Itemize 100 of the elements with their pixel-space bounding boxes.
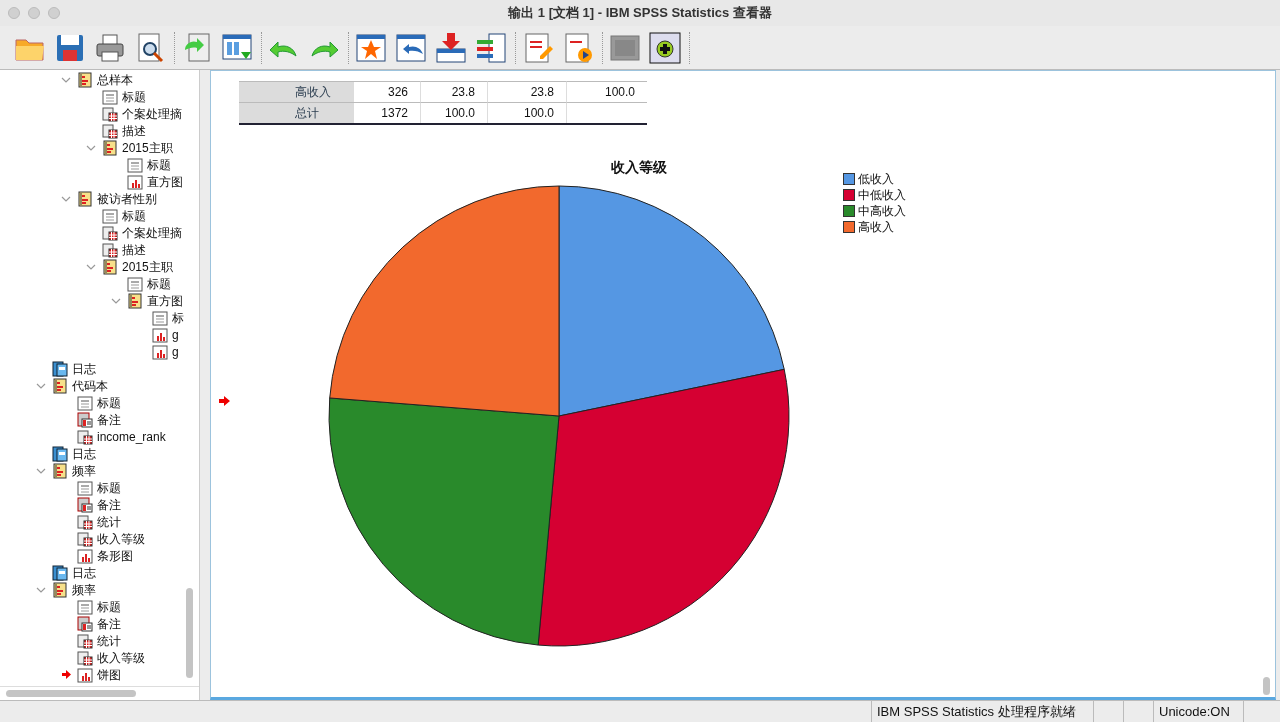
window-title: 输出 1 [文档 1] - IBM SPSS Statistics 查看器	[507, 4, 773, 23]
tree-item[interactable]: 备注	[97, 495, 121, 514]
tree-item[interactable]: 日志	[72, 359, 96, 378]
tree-item[interactable]: 日志	[72, 563, 96, 582]
table-cell: 100.0	[567, 81, 647, 102]
note-icon	[77, 411, 93, 428]
table-icon	[77, 513, 93, 530]
table-icon	[102, 105, 118, 122]
tree-item[interactable]: 饼图	[97, 665, 121, 684]
tree-item[interactable]: 标	[172, 308, 184, 327]
tree-item[interactable]: 2015主职	[122, 138, 173, 157]
tree-item[interactable]: 条形图	[97, 546, 133, 565]
tree-item[interactable]: 频率	[72, 580, 96, 599]
tree-item[interactable]: 备注	[97, 614, 121, 633]
chart-icon	[77, 666, 93, 683]
row-header: 高收入	[239, 81, 354, 102]
table-cell: 23.8	[488, 81, 567, 102]
book-icon	[77, 71, 93, 88]
tree-item[interactable]: 日志	[72, 444, 96, 463]
table-cell: 100.0	[488, 102, 567, 123]
tree-item[interactable]: 标题	[122, 87, 146, 106]
tree-item[interactable]: 收入等级	[97, 648, 145, 667]
chart-icon	[152, 343, 168, 360]
heading-icon	[77, 598, 93, 615]
play-document-icon[interactable]	[562, 31, 594, 64]
star-table-icon[interactable]	[355, 31, 387, 64]
book-icon	[127, 292, 143, 309]
status-message: IBM SPSS Statistics 处理程序就绪	[872, 701, 1094, 722]
table-cell: 326	[354, 81, 421, 102]
tree-item[interactable]: 统计	[97, 631, 121, 650]
book-icon	[77, 190, 93, 207]
book-icon	[52, 462, 68, 479]
log-icon	[52, 360, 68, 377]
tree-item[interactable]: 标题	[122, 206, 146, 225]
horizontal-scrollbar[interactable]	[6, 690, 136, 697]
heading-icon	[77, 479, 93, 496]
pointer-arrow-icon	[219, 396, 230, 406]
tree-item[interactable]: 直方图	[147, 172, 183, 191]
vertical-scrollbar[interactable]	[1263, 677, 1270, 695]
chart-icon	[152, 326, 168, 343]
variables-icon[interactable]	[475, 31, 507, 64]
tree-item[interactable]: 个案处理摘	[122, 223, 182, 242]
row-header: 总计	[239, 102, 354, 123]
minimize-button[interactable]	[28, 7, 40, 19]
legend-label: 低收入	[858, 171, 894, 188]
tree-item[interactable]: 标题	[147, 155, 171, 174]
table-icon	[77, 428, 93, 445]
zoom-button[interactable]	[48, 7, 60, 19]
tree-item[interactable]: 被访者性别	[97, 189, 157, 208]
close-button[interactable]	[8, 7, 20, 19]
tree-item[interactable]: 2015主职	[122, 257, 173, 276]
insert-down-icon[interactable]	[435, 31, 467, 64]
heading-icon	[102, 88, 118, 105]
note-icon	[77, 496, 93, 513]
tree-item[interactable]: 直方图	[147, 291, 183, 310]
legend-label: 中低收入	[858, 187, 906, 204]
tree-item[interactable]: 总样本	[97, 70, 133, 89]
table-icon	[77, 632, 93, 649]
heading-icon	[102, 207, 118, 224]
tree-item[interactable]: 备注	[97, 410, 121, 429]
print-icon[interactable]	[94, 31, 126, 64]
table-cell: 100.0	[421, 102, 488, 123]
heading-icon	[127, 275, 143, 292]
tree-item[interactable]: g	[172, 342, 179, 361]
table-cell: 23.8	[421, 81, 488, 102]
book-icon	[102, 139, 118, 156]
book-icon	[52, 581, 68, 598]
chart-icon	[77, 547, 93, 564]
table-icon	[77, 649, 93, 666]
tree-item[interactable]: 标题	[97, 393, 121, 412]
tree-item[interactable]: 个案处理摘	[122, 104, 182, 123]
log-icon	[52, 445, 68, 462]
heading-icon	[77, 394, 93, 411]
tree-item[interactable]: 标题	[97, 478, 121, 497]
table-icon	[102, 122, 118, 139]
encoding-status: Unicode:ON	[1154, 701, 1244, 722]
chart-icon	[127, 173, 143, 190]
tree-item[interactable]: g	[172, 325, 179, 344]
edit-document-icon[interactable]	[522, 31, 554, 64]
log-icon	[52, 564, 68, 581]
tree-item[interactable]: 收入等级	[97, 529, 145, 548]
table-icon	[102, 241, 118, 258]
tree-item[interactable]: 描述	[122, 240, 146, 259]
table-cell: 1372	[354, 102, 421, 123]
note-icon	[77, 615, 93, 632]
tree-item[interactable]: 频率	[72, 461, 96, 480]
tree-item[interactable]: 代码本	[72, 376, 108, 395]
heading-icon	[152, 309, 168, 326]
legend-label: 中高收入	[858, 203, 906, 220]
vertical-scrollbar[interactable]	[186, 588, 193, 678]
tree-item[interactable]: 标题	[97, 597, 121, 616]
tree-item[interactable]: 描述	[122, 121, 146, 140]
tree-item[interactable]: 标题	[147, 274, 171, 293]
chart-title: 收入等级	[611, 158, 667, 177]
book-icon	[102, 258, 118, 275]
legend-label: 高收入	[858, 219, 894, 236]
table-icon	[102, 224, 118, 241]
tree-item[interactable]: income_rank	[97, 427, 166, 446]
add-icon[interactable]	[649, 31, 681, 64]
tree-item[interactable]: 统计	[97, 512, 121, 531]
